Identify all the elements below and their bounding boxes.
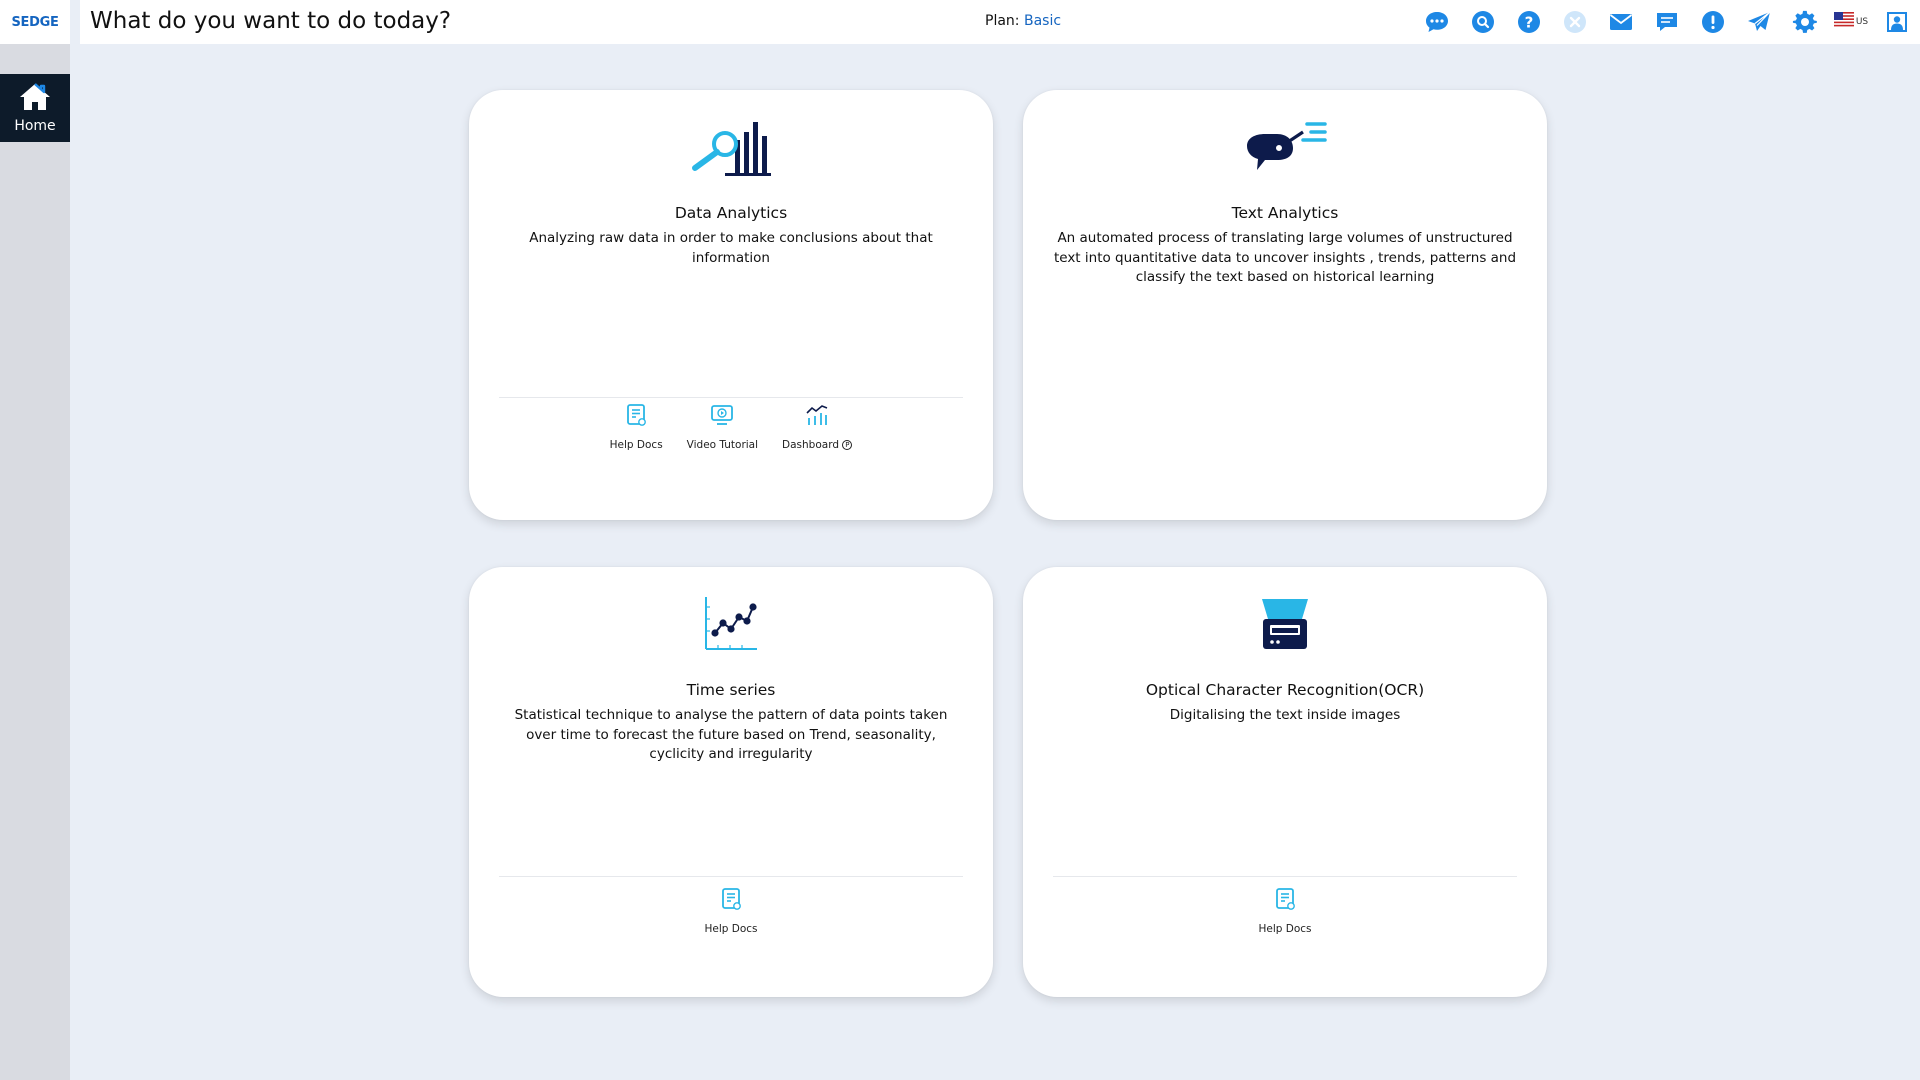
- data-analytics-icon: [689, 118, 773, 180]
- dashboard-icon: [805, 403, 829, 431]
- close-icon[interactable]: [1552, 0, 1598, 44]
- video-tutorial-icon: [710, 403, 734, 431]
- card-ocr[interactable]: Optical Character Recognition(OCR) Digit…: [1023, 567, 1547, 997]
- sidebar-item-label: Home: [14, 118, 56, 134]
- help-docs-label: Help Docs: [704, 923, 758, 935]
- settings-icon[interactable]: [1782, 0, 1828, 44]
- locale-selector[interactable]: US: [1828, 12, 1874, 32]
- video-tutorial-label: Video Tutorial: [686, 439, 759, 451]
- help-docs-button[interactable]: Help Docs: [1256, 887, 1313, 935]
- alert-icon[interactable]: [1690, 0, 1736, 44]
- plan-indicator: Plan: Basic: [985, 13, 1061, 29]
- plan-label: Plan:: [985, 13, 1020, 29]
- messages-icon[interactable]: [1644, 0, 1690, 44]
- help-icon[interactable]: ?: [1506, 0, 1552, 44]
- logo-text: SEDGE: [11, 14, 59, 30]
- card-text-analytics[interactable]: Text Analytics An automated process of t…: [1023, 90, 1547, 520]
- help-docs-icon: [624, 403, 648, 431]
- help-docs-button[interactable]: Help Docs: [702, 887, 759, 935]
- card-title: Time series: [686, 681, 776, 699]
- user-profile-icon[interactable]: [1874, 0, 1920, 44]
- app-logo[interactable]: SEDGE: [0, 0, 70, 44]
- card-actions: Help Docs: [469, 887, 993, 935]
- ocr-scanner-icon: [1260, 595, 1310, 657]
- help-docs-label: Help Docs: [1258, 923, 1312, 935]
- video-tutorial-button[interactable]: Video Tutorial: [685, 403, 760, 451]
- card-divider: [1053, 876, 1517, 877]
- card-description: Analyzing raw data in order to make conc…: [529, 230, 933, 266]
- card-description: An automated process of translating larg…: [1053, 230, 1517, 285]
- dashboard-label-text: Dashboard: [782, 439, 839, 451]
- card-actions: Help Docs: [1023, 887, 1547, 935]
- text-analytics-icon: [1243, 118, 1327, 180]
- time-series-icon: [703, 595, 759, 657]
- search-icon[interactable]: [1460, 0, 1506, 44]
- sidebar: SEDGE Home: [0, 0, 70, 1080]
- header-toolbar: ? US: [1414, 0, 1920, 44]
- card-time-series[interactable]: Time series Statistical technique to ana…: [469, 567, 993, 997]
- svg-text:?: ?: [1525, 14, 1534, 32]
- home-icon: [18, 82, 52, 116]
- card-divider: [499, 876, 963, 877]
- page-title: What do you want to do today?: [90, 8, 452, 34]
- card-divider: [499, 397, 963, 398]
- help-docs-label: Help Docs: [609, 439, 663, 451]
- help-docs-icon: [1273, 887, 1297, 915]
- help-docs-button[interactable]: Help Docs: [608, 403, 665, 451]
- top-header: What do you want to do today? Plan: Basi…: [80, 0, 1920, 44]
- card-description: Digitalising the text inside images: [1169, 707, 1401, 723]
- sidebar-item-home[interactable]: Home: [0, 74, 70, 142]
- card-title: Optical Character Recognition(OCR): [1145, 681, 1425, 699]
- dashboard-label: Dashboard P: [782, 439, 853, 451]
- locale-code: US: [1855, 17, 1869, 27]
- card-data-analytics[interactable]: Data Analytics Analyzing raw data in ord…: [469, 90, 993, 520]
- card-actions: Help Docs Video Tutorial Dashboard P: [469, 403, 993, 451]
- send-icon[interactable]: [1736, 0, 1782, 44]
- card-title: Text Analytics: [1231, 204, 1339, 222]
- card-description: Statistical technique to analyse the pat…: [514, 707, 948, 762]
- mail-icon[interactable]: [1598, 0, 1644, 44]
- card-title: Data Analytics: [674, 204, 788, 222]
- plan-value[interactable]: Basic: [1024, 13, 1061, 29]
- chat-icon[interactable]: [1414, 0, 1460, 44]
- premium-badge: P: [842, 440, 853, 450]
- help-docs-icon: [719, 887, 743, 915]
- us-flag-icon: [1833, 12, 1854, 32]
- dashboard-button[interactable]: Dashboard P: [780, 403, 854, 451]
